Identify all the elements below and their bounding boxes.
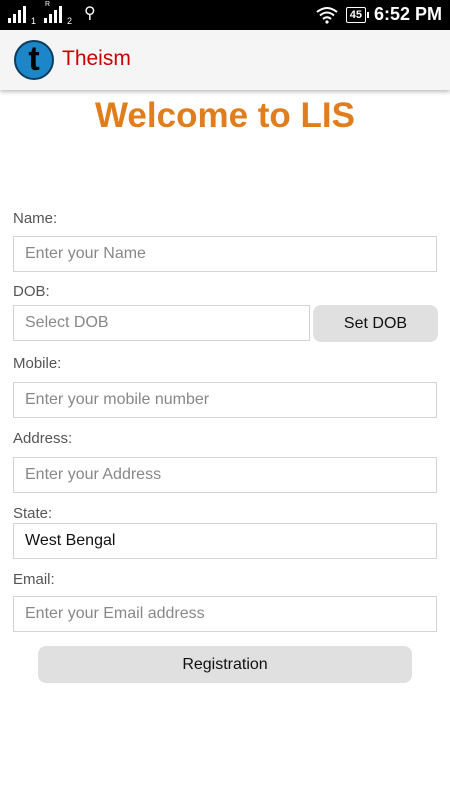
sim1-label: 1 <box>30 16 36 26</box>
clock: 6:52 PM <box>373 4 442 24</box>
state-input[interactable]: West Bengal <box>13 523 437 559</box>
email-input[interactable]: Enter your Email address <box>13 596 437 632</box>
status-bar: 1 R 2 ⚲ 45 6:52 PM <box>0 0 450 30</box>
mobile-input[interactable]: Enter your mobile number <box>13 382 437 418</box>
dob-field[interactable]: Select DOB <box>13 305 310 341</box>
signal-sim2-icon: R 2 <box>44 1 72 26</box>
roaming-indicator: R <box>45 1 51 8</box>
email-label: Email: <box>13 571 55 588</box>
status-left: 1 R 2 ⚲ <box>8 1 96 26</box>
address-input[interactable]: Enter your Address <box>13 457 437 493</box>
wifi-icon <box>316 6 338 24</box>
state-label: State: <box>13 505 53 522</box>
app-logo: t <box>14 40 54 80</box>
usb-icon: ⚲ <box>84 5 96 22</box>
set-dob-button[interactable]: Set DOB <box>313 305 438 342</box>
app-title: Theism <box>62 47 131 70</box>
battery-icon: 45 <box>345 6 370 23</box>
sim2-label: 2 <box>66 16 72 26</box>
status-right: 45 6:52 PM <box>316 4 442 25</box>
mobile-label: Mobile: <box>13 355 62 372</box>
name-input[interactable]: Enter your Name <box>13 236 437 272</box>
app-bar: t Theism <box>0 30 450 90</box>
name-label: Name: <box>13 210 58 227</box>
page-title: Welcome to LIS <box>95 96 355 135</box>
address-label: Address: <box>13 430 73 447</box>
dob-label: DOB: <box>13 283 50 300</box>
signal-sim1-icon: 1 <box>8 5 36 26</box>
registration-button[interactable]: Registration <box>38 646 412 683</box>
